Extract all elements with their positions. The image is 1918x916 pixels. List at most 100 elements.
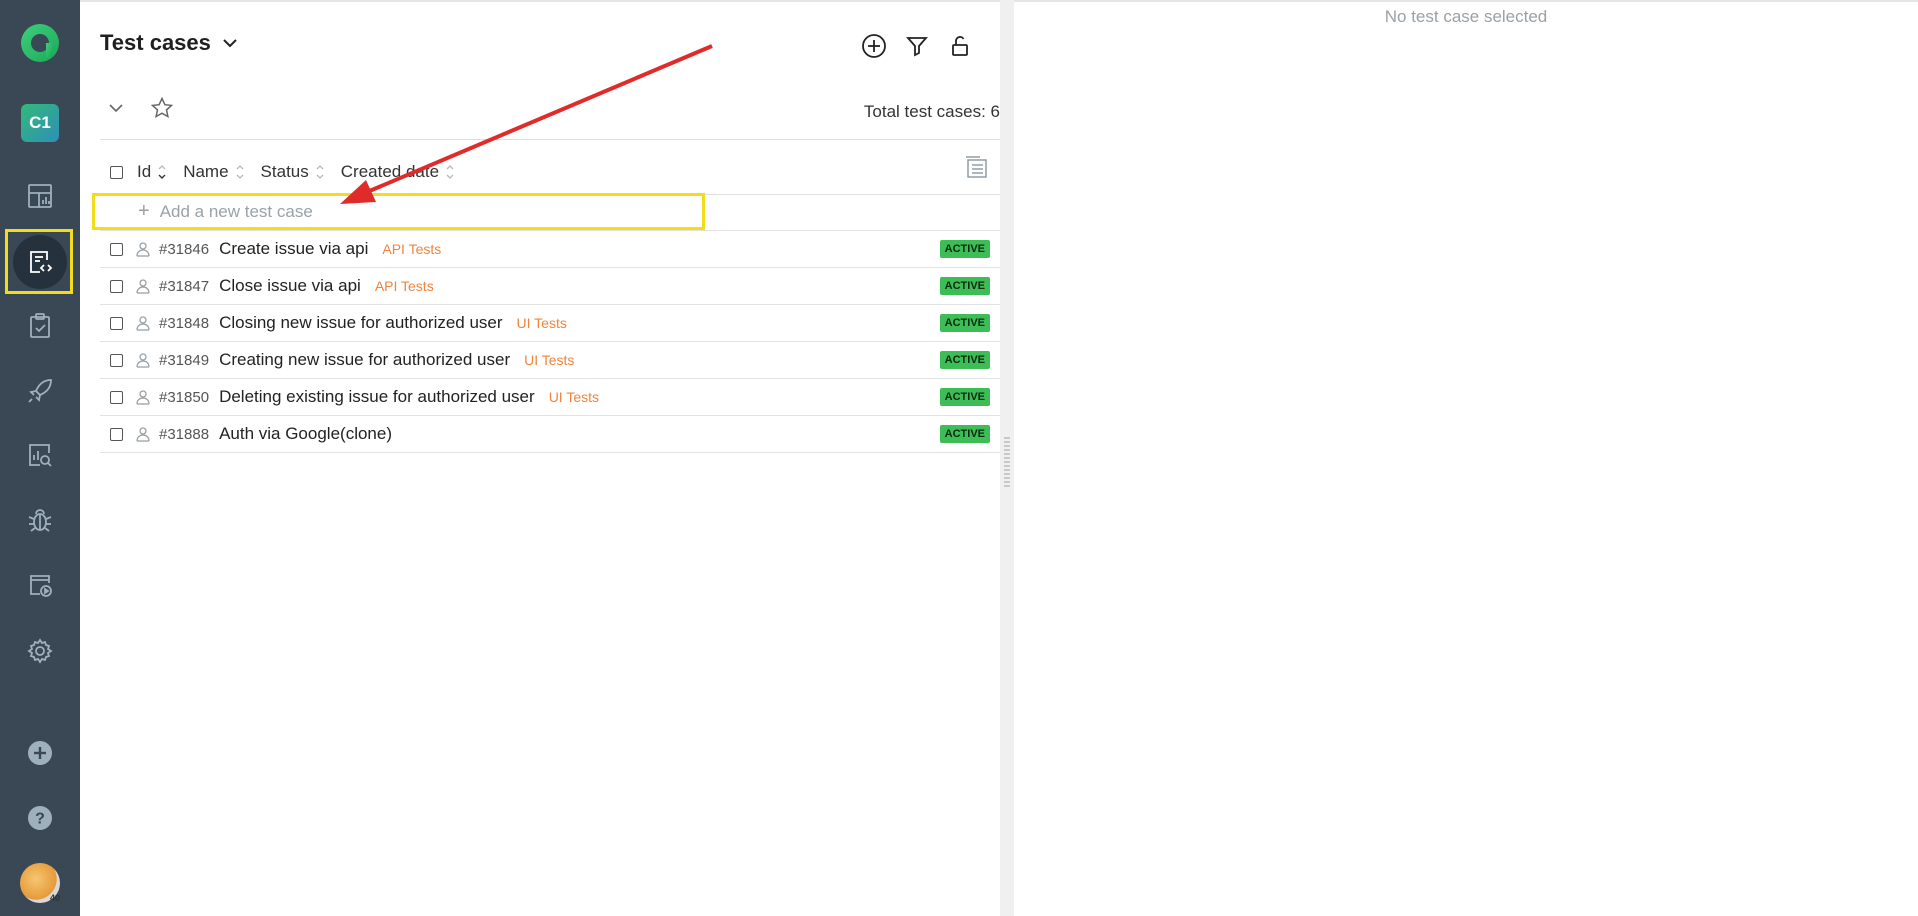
row-checkbox[interactable]: [110, 279, 123, 293]
sort-desc-icon: [158, 165, 166, 179]
table-row[interactable]: #31846 Create issue via api API Tests AC…: [100, 230, 1000, 267]
svg-text:?: ?: [35, 811, 45, 828]
test-case-id: #31848: [159, 314, 210, 332]
column-label: Status: [260, 162, 309, 181]
test-cases-panel: Test cases Total test cases: 6 Id Name S…: [80, 0, 1000, 916]
suite-label: UI Tests: [548, 389, 599, 405]
unlock-icon: [952, 36, 968, 56]
star-icon: [150, 96, 174, 118]
sidebar-item-test-runs[interactable]: [0, 555, 80, 615]
column-label: Name: [183, 162, 229, 181]
avatar-text: 40: [49, 893, 60, 903]
status-badge: ACTIVE: [939, 425, 990, 443]
sidebar-add-button[interactable]: [0, 723, 80, 783]
filter-button[interactable]: [903, 32, 931, 60]
test-case-id: #31847: [159, 277, 210, 295]
column-label: Id: [137, 162, 152, 181]
test-case-name: Close issue via api: [219, 276, 361, 295]
sidebar-help-button[interactable]: ?: [0, 788, 80, 848]
status-badge: ACTIVE: [939, 240, 990, 258]
manual-test-icon: [136, 427, 150, 442]
test-case-id: #31850: [159, 388, 210, 406]
test-plans-icon: [30, 313, 50, 338]
row-checkbox[interactable]: [110, 390, 123, 404]
create-test-case-button[interactable]: [860, 32, 888, 60]
table-row[interactable]: #31888 Auth via Google(clone) ACTIVE: [100, 415, 1000, 453]
row-checkbox[interactable]: [110, 427, 123, 441]
settings-icon: [27, 638, 53, 664]
sort-icon: [236, 165, 244, 179]
help-icon: ?: [28, 806, 52, 830]
row-checkbox[interactable]: [110, 316, 123, 330]
sidebar-item-launches[interactable]: [0, 361, 80, 421]
project-switcher[interactable]: C1: [0, 93, 80, 153]
status-badge: ACTIVE: [939, 388, 990, 406]
test-case-id: #31888: [159, 425, 210, 443]
status-badge: ACTIVE: [939, 277, 990, 295]
column-label: Created date: [340, 162, 440, 181]
column-name[interactable]: Name: [183, 162, 244, 182]
filter-icon: [906, 37, 928, 57]
lock-button[interactable]: [946, 32, 974, 60]
sidebar-item-test-plans[interactable]: [0, 296, 80, 356]
sidebar-item-settings[interactable]: [0, 621, 80, 681]
active-indicator: [13, 235, 67, 289]
defects-icon: [28, 509, 52, 532]
detail-panel: No test case selected: [1014, 0, 1918, 916]
table-row[interactable]: #31849 Creating new issue for authorized…: [100, 341, 1000, 378]
avatar: 40: [20, 863, 60, 903]
table-row[interactable]: #31847 Close issue via api API Tests ACT…: [100, 267, 1000, 304]
manual-test-icon: [136, 242, 150, 257]
collapse-all-button[interactable]: [106, 98, 126, 123]
header-actions: [860, 32, 974, 60]
manual-test-icon: [136, 390, 150, 405]
sidebar-item-test-cases[interactable]: [0, 232, 80, 292]
table-row[interactable]: #31848 Closing new issue for authorized …: [100, 304, 1000, 341]
row-checkbox[interactable]: [110, 353, 123, 367]
test-case-name: Create issue via api: [219, 239, 369, 258]
page-title: Test cases: [100, 30, 211, 55]
analytics-icon: [29, 444, 52, 467]
select-all-checkbox[interactable]: [110, 165, 123, 179]
test-case-list: #31846 Create issue via api API Tests AC…: [100, 230, 1000, 453]
app-logo[interactable]: [0, 13, 80, 73]
row-checkbox[interactable]: [110, 242, 123, 256]
project-badge: C1: [21, 104, 59, 142]
splitter-grip-icon[interactable]: [1004, 437, 1010, 489]
suite-label: API Tests: [382, 241, 442, 257]
sidebar-item-defects[interactable]: [0, 490, 80, 550]
test-case-name: Auth via Google(clone): [219, 424, 392, 443]
test-case-id: #31849: [159, 351, 210, 369]
manual-test-icon: [136, 353, 150, 368]
suite-label: UI Tests: [524, 352, 575, 368]
favorites-button[interactable]: [150, 96, 174, 125]
table-row[interactable]: #31850 Deleting existing issue for autho…: [100, 378, 1000, 415]
column-id[interactable]: Id: [137, 162, 167, 182]
sidebar-item-dashboards[interactable]: [0, 166, 80, 226]
column-created-date[interactable]: Created date: [341, 162, 455, 182]
logo-icon: [21, 24, 59, 62]
test-runs-icon: [30, 575, 52, 597]
sidebar-item-analytics[interactable]: [0, 425, 80, 485]
add-test-case-input[interactable]: + Add a new test case: [92, 193, 705, 230]
sidebar-profile[interactable]: 40: [0, 853, 80, 913]
suite-label: UI Tests: [516, 315, 567, 331]
test-case-name: Creating new issue for authorized user: [219, 350, 511, 369]
status-badge: ACTIVE: [939, 351, 990, 369]
test-case-name: Closing new issue for authorized user: [219, 313, 503, 332]
plus-circle-icon: [862, 34, 886, 58]
add-test-case-placeholder: Add a new test case: [159, 201, 313, 221]
column-settings-button[interactable]: [964, 154, 990, 185]
column-status[interactable]: Status: [261, 162, 325, 182]
test-cases-icon: [30, 251, 53, 273]
manual-test-icon: [136, 316, 150, 331]
manual-test-icon: [136, 279, 150, 294]
chevron-down-icon: [223, 39, 237, 48]
dashboard-icon: [28, 184, 52, 208]
chevron-down-icon: [109, 104, 123, 113]
total-count: Total test cases: 6: [863, 102, 1000, 121]
secondary-toolbar: [106, 96, 174, 125]
launches-icon: [28, 379, 52, 403]
plus-icon: +: [138, 200, 150, 222]
page-title-dropdown[interactable]: Test cases: [100, 30, 239, 56]
